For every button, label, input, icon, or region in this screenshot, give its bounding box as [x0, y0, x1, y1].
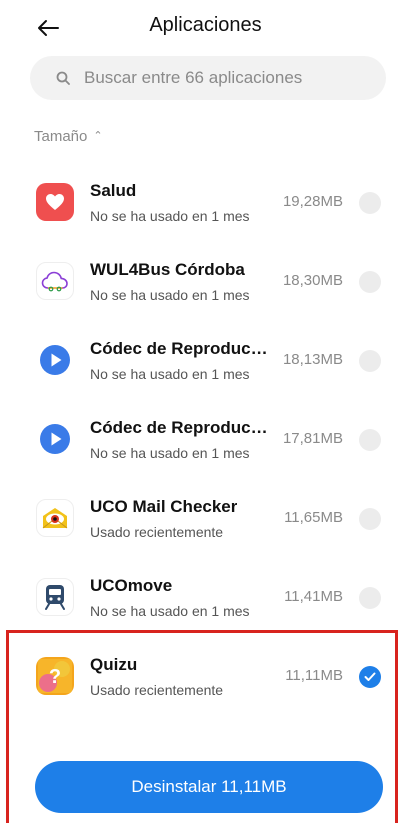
app-row[interactable]: Códec de Reproduct... No se ha usado en … — [0, 400, 399, 479]
app-row[interactable]: Salud No se ha usado en 1 mes 19,28MB — [0, 163, 399, 242]
app-name: UCO Mail Checker — [90, 497, 238, 516]
app-status: No se ha usado en 1 mes — [90, 208, 250, 224]
app-row[interactable]: WUL4Bus Córdoba No se ha usado en 1 mes … — [0, 242, 399, 321]
app-status: Usado recientemente — [90, 524, 224, 540]
heart-icon — [36, 183, 74, 221]
app-size: 18,13MB — [282, 351, 343, 368]
play-icon — [36, 341, 74, 379]
app-status: No se ha usado en 1 mes — [90, 603, 250, 619]
search-placeholder: Buscar entre 66 aplicaciones — [84, 68, 303, 87]
app-row[interactable]: UCOmove No se ha usado en 1 mes 11,41MB — [0, 558, 399, 637]
app-row[interactable]: UCO Mail Checker Usado recientemente 11,… — [0, 479, 399, 558]
select-checkbox[interactable] — [359, 350, 381, 372]
select-checkbox[interactable] — [359, 429, 381, 451]
uninstall-button[interactable]: Desinstalar 11,11MB — [35, 761, 383, 813]
select-checkbox[interactable] — [359, 587, 381, 609]
app-size: 18,30MB — [282, 272, 343, 289]
app-size: 11,65MB — [284, 509, 343, 526]
page-title: Aplicaciones — [149, 14, 262, 36]
sort-toggle-icon: ⌃ — [93, 130, 103, 142]
app-size: 17,81MB — [282, 430, 343, 447]
mail-eye-icon — [36, 499, 74, 537]
app-size: 11,41MB — [284, 588, 343, 605]
app-status: No se ha usado en 1 mes — [90, 366, 250, 382]
app-status: No se ha usado en 1 mes — [90, 287, 250, 303]
search-icon — [56, 71, 70, 85]
cloud-icon — [36, 262, 74, 300]
sort-selector[interactable]: Tamaño ⌃ — [34, 128, 103, 145]
app-status: No se ha usado en 1 mes — [90, 445, 250, 461]
app-name: Códec de Reproduct... — [90, 418, 270, 437]
select-checkbox[interactable] — [359, 271, 381, 293]
select-checkbox[interactable] — [359, 192, 381, 214]
app-name: Códec de Reproduct... — [90, 339, 270, 358]
app-row[interactable]: Códec de Reproduct... No se ha usado en … — [0, 321, 399, 400]
play-icon — [36, 420, 74, 458]
app-name: Salud — [90, 181, 137, 200]
app-name: UCOmove — [90, 576, 173, 595]
search-input[interactable]: Buscar entre 66 aplicaciones — [30, 56, 386, 100]
sort-label: Tamaño — [34, 128, 88, 145]
top-bar: Aplicaciones — [0, 0, 399, 56]
select-checkbox[interactable] — [359, 508, 381, 530]
train-icon — [36, 578, 74, 616]
app-size: 19,28MB — [282, 193, 343, 210]
app-name: WUL4Bus Córdoba — [90, 260, 245, 279]
